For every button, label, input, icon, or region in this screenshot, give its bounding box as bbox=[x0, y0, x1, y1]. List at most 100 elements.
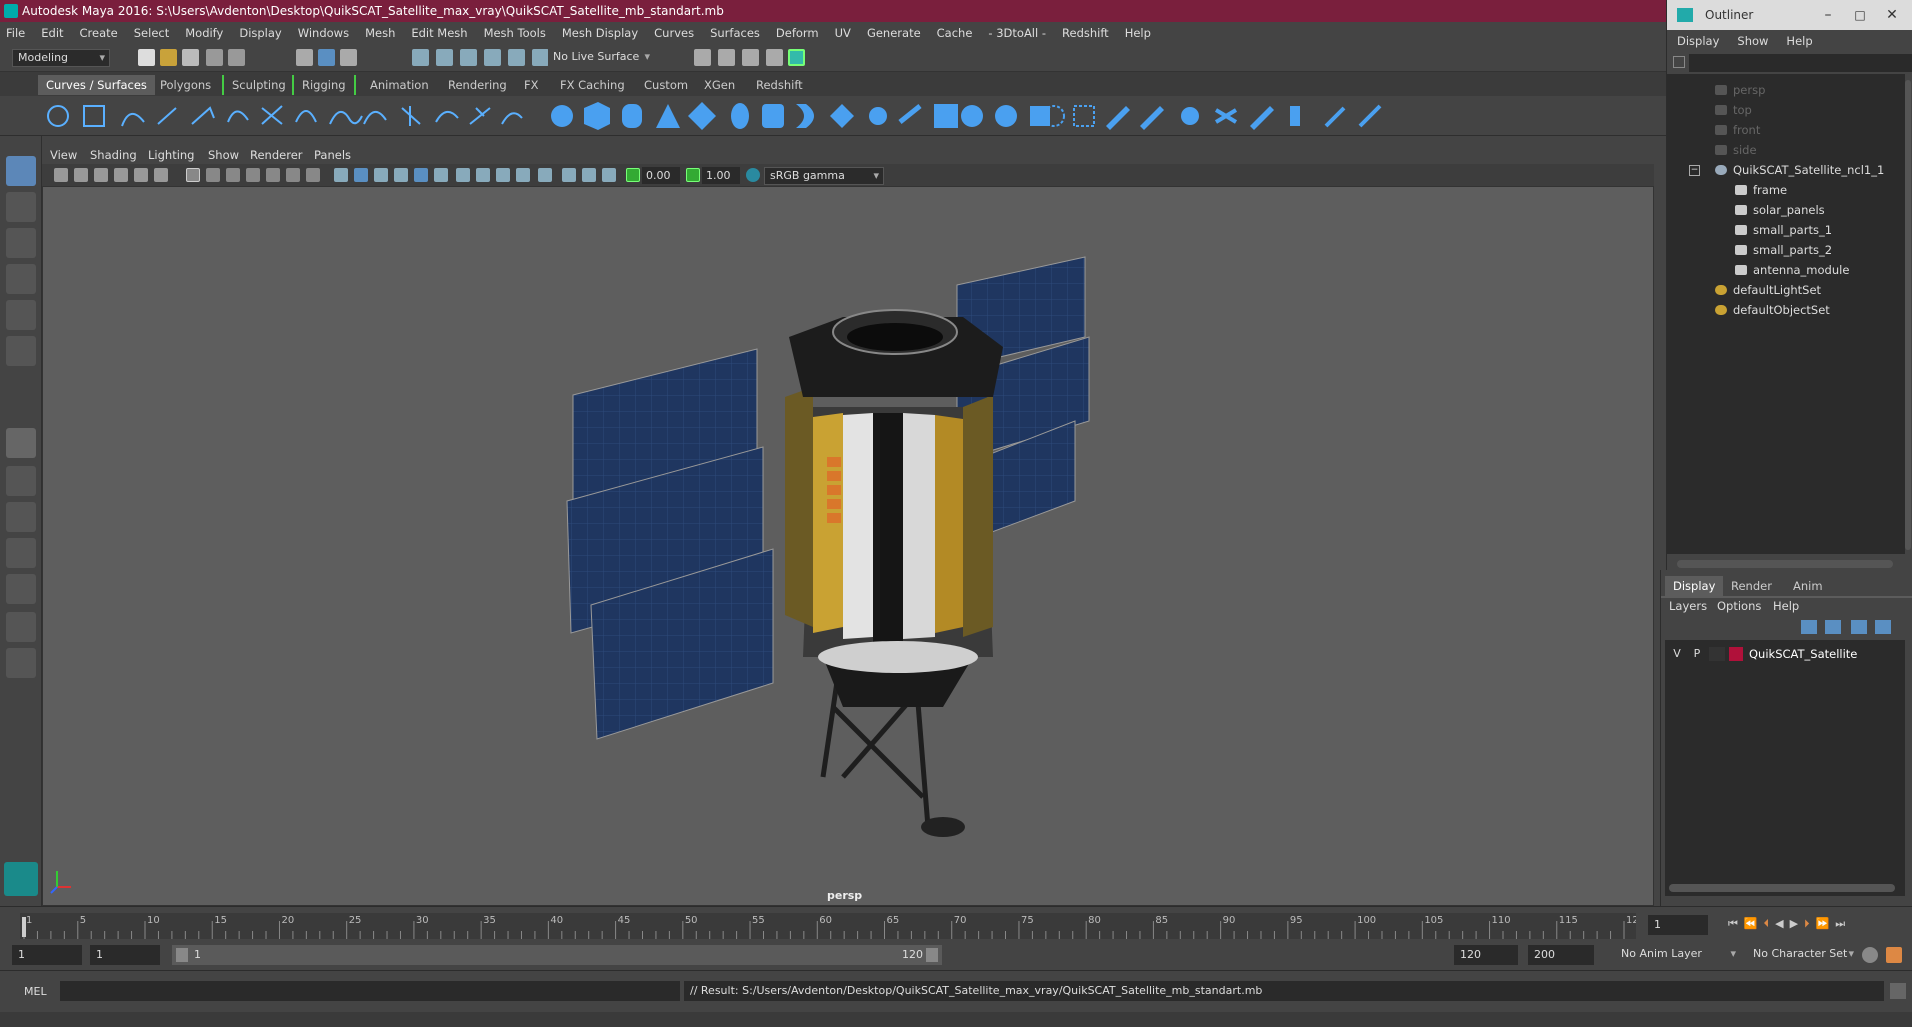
mode-dropdown[interactable]: Modeling bbox=[12, 49, 110, 67]
step-back-key-icon[interactable]: ⏪ bbox=[1744, 917, 1758, 933]
two-d-pan-zoom-icon[interactable] bbox=[134, 168, 148, 182]
auto-key-icon[interactable] bbox=[1862, 947, 1878, 963]
outliner-item-default-light-set[interactable]: defaultLightSet bbox=[1667, 280, 1905, 300]
outliner-menu-help[interactable]: Help bbox=[1786, 34, 1812, 48]
field-chart-icon[interactable] bbox=[266, 168, 280, 182]
gamma-icon[interactable] bbox=[686, 168, 700, 182]
viewport-menu-lighting[interactable]: Lighting bbox=[148, 148, 194, 162]
hypershade-icon[interactable] bbox=[788, 49, 805, 66]
layer-tab-render[interactable]: Render bbox=[1723, 576, 1780, 596]
viewport-menu-show[interactable]: Show bbox=[208, 148, 239, 162]
exposure-field[interactable]: 0.00 bbox=[642, 167, 680, 184]
live-surface-field[interactable]: No Live Surface bbox=[548, 49, 654, 67]
snap-curve-icon[interactable] bbox=[436, 49, 453, 66]
motion-blur-icon[interactable] bbox=[476, 168, 490, 182]
viewport-menu-renderer[interactable]: Renderer bbox=[250, 148, 303, 162]
persp-hypershade-layout-icon[interactable] bbox=[6, 574, 36, 604]
layer-menu-options[interactable]: Options bbox=[1717, 599, 1761, 613]
menu-surfaces[interactable]: Surfaces bbox=[710, 26, 760, 40]
layer-tab-display[interactable]: Display bbox=[1665, 576, 1724, 596]
exposure-icon[interactable] bbox=[626, 168, 640, 182]
layer-row[interactable]: V P QuikSCAT_Satellite bbox=[1665, 644, 1905, 664]
shelf-tab-sculpting[interactable]: Sculpting bbox=[222, 75, 294, 95]
outliner-menu-show[interactable]: Show bbox=[1737, 34, 1768, 48]
time-slider[interactable]: 1 5 10 15 20 25 30 35 40 45 50 55 60 65 70 75 80 85 90 95 10… bbox=[0, 906, 1912, 940]
shelf-tab-fx-caching[interactable]: FX Caching bbox=[552, 75, 633, 95]
isolate-select-icon[interactable] bbox=[538, 168, 552, 182]
menu-file[interactable]: File bbox=[6, 26, 25, 40]
select-hierarchy-icon[interactable] bbox=[296, 49, 313, 66]
playback-end-field[interactable]: 120 bbox=[1454, 945, 1518, 965]
film-gate-icon[interactable] bbox=[206, 168, 220, 182]
select-component-icon[interactable] bbox=[340, 49, 357, 66]
range-end-handle[interactable] bbox=[926, 948, 938, 962]
undo-icon[interactable] bbox=[206, 49, 223, 66]
range-slider[interactable]: 1 120 bbox=[172, 945, 942, 965]
grease-pencil-icon[interactable] bbox=[154, 168, 168, 182]
anti-aliasing-icon[interactable] bbox=[496, 168, 510, 182]
command-input[interactable] bbox=[60, 981, 680, 1001]
outliner-item-default-object-set[interactable]: defaultObjectSet bbox=[1667, 300, 1905, 320]
rotate-tool-icon[interactable] bbox=[6, 300, 36, 330]
layout-options-icon[interactable] bbox=[6, 648, 36, 678]
wireframe-icon[interactable] bbox=[334, 168, 348, 182]
shadows-icon[interactable] bbox=[434, 168, 448, 182]
open-scene-icon[interactable] bbox=[160, 49, 177, 66]
animation-end-field[interactable]: 200 bbox=[1528, 945, 1594, 965]
single-perspective-layout-icon[interactable] bbox=[6, 428, 36, 458]
menu-curves[interactable]: Curves bbox=[654, 26, 694, 40]
outliner-vertical-scrollbar[interactable] bbox=[1905, 80, 1911, 550]
four-view-layout-icon[interactable] bbox=[6, 466, 36, 496]
layer-type-toggle[interactable] bbox=[1709, 647, 1725, 661]
current-time-indicator[interactable] bbox=[22, 917, 26, 937]
color-space-dropdown[interactable]: sRGB gamma bbox=[764, 167, 884, 185]
snap-grid-icon[interactable] bbox=[412, 49, 429, 66]
menu-mesh-display[interactable]: Mesh Display bbox=[562, 26, 638, 40]
new-layer-icon[interactable] bbox=[1851, 620, 1867, 634]
persp-graph-layout-icon[interactable] bbox=[6, 538, 36, 568]
playback-start-field[interactable]: 1 bbox=[90, 945, 160, 965]
snap-surface-icon[interactable] bbox=[508, 49, 525, 66]
paint-select-tool-icon[interactable] bbox=[6, 228, 36, 258]
layer-menu-layers[interactable]: Layers bbox=[1669, 599, 1707, 613]
select-tool-icon[interactable] bbox=[6, 156, 36, 186]
outliner-item-small-parts-1[interactable]: small_parts_1 bbox=[1667, 220, 1905, 240]
filter-icon[interactable] bbox=[1673, 56, 1685, 68]
grid-icon[interactable] bbox=[186, 168, 200, 182]
xray-joints-icon[interactable] bbox=[582, 168, 596, 182]
outliner-item-persp[interactable]: persp bbox=[1667, 80, 1905, 100]
viewport-menu-view[interactable]: View bbox=[50, 148, 77, 162]
menu-mesh-tools[interactable]: Mesh Tools bbox=[484, 26, 546, 40]
shelf-tab-curves-surfaces[interactable]: Curves / Surfaces bbox=[38, 75, 155, 95]
screen-space-ao-icon[interactable] bbox=[456, 168, 470, 182]
anim-layer-dropdown[interactable]: No Anim Layer bbox=[1616, 946, 1740, 964]
menu-modify[interactable]: Modify bbox=[185, 26, 223, 40]
layer-scrollbar[interactable] bbox=[1669, 884, 1895, 892]
shelf-tab-xgen[interactable]: XGen bbox=[696, 75, 743, 95]
resolution-gate-icon[interactable] bbox=[226, 168, 240, 182]
perspective-viewport[interactable]: persp bbox=[42, 186, 1654, 906]
script-language-label[interactable]: MEL bbox=[24, 985, 47, 998]
shelf-tab-rigging[interactable]: Rigging bbox=[292, 75, 356, 95]
shelf-tab-rendering[interactable]: Rendering bbox=[440, 75, 515, 95]
render-settings-icon[interactable] bbox=[766, 49, 783, 66]
outliner-item-frame[interactable]: frame bbox=[1667, 180, 1905, 200]
outliner-search-input[interactable] bbox=[1689, 54, 1912, 72]
play-forward-icon[interactable]: ▶ bbox=[1790, 917, 1798, 933]
minimize-icon[interactable]: – bbox=[1817, 4, 1839, 26]
outliner-menu-display[interactable]: Display bbox=[1677, 34, 1719, 48]
shelf-tab-fx[interactable]: FX bbox=[516, 75, 547, 95]
menu-cache[interactable]: Cache bbox=[937, 26, 973, 40]
snap-view-plane-icon[interactable] bbox=[484, 49, 501, 66]
xray-components-icon[interactable] bbox=[602, 168, 616, 182]
menu-select[interactable]: Select bbox=[134, 26, 169, 40]
layer-playback-toggle[interactable]: P bbox=[1689, 647, 1705, 660]
animation-preferences-icon[interactable] bbox=[1886, 947, 1902, 963]
depth-of-field-icon[interactable] bbox=[516, 168, 530, 182]
bookmark-icon[interactable] bbox=[94, 168, 108, 182]
range-start-handle[interactable] bbox=[176, 948, 188, 962]
menu-edit[interactable]: Edit bbox=[41, 26, 63, 40]
play-backward-icon[interactable]: ◀ bbox=[1775, 917, 1783, 933]
move-tool-icon[interactable] bbox=[6, 264, 36, 294]
color-management-icon[interactable] bbox=[746, 168, 760, 182]
